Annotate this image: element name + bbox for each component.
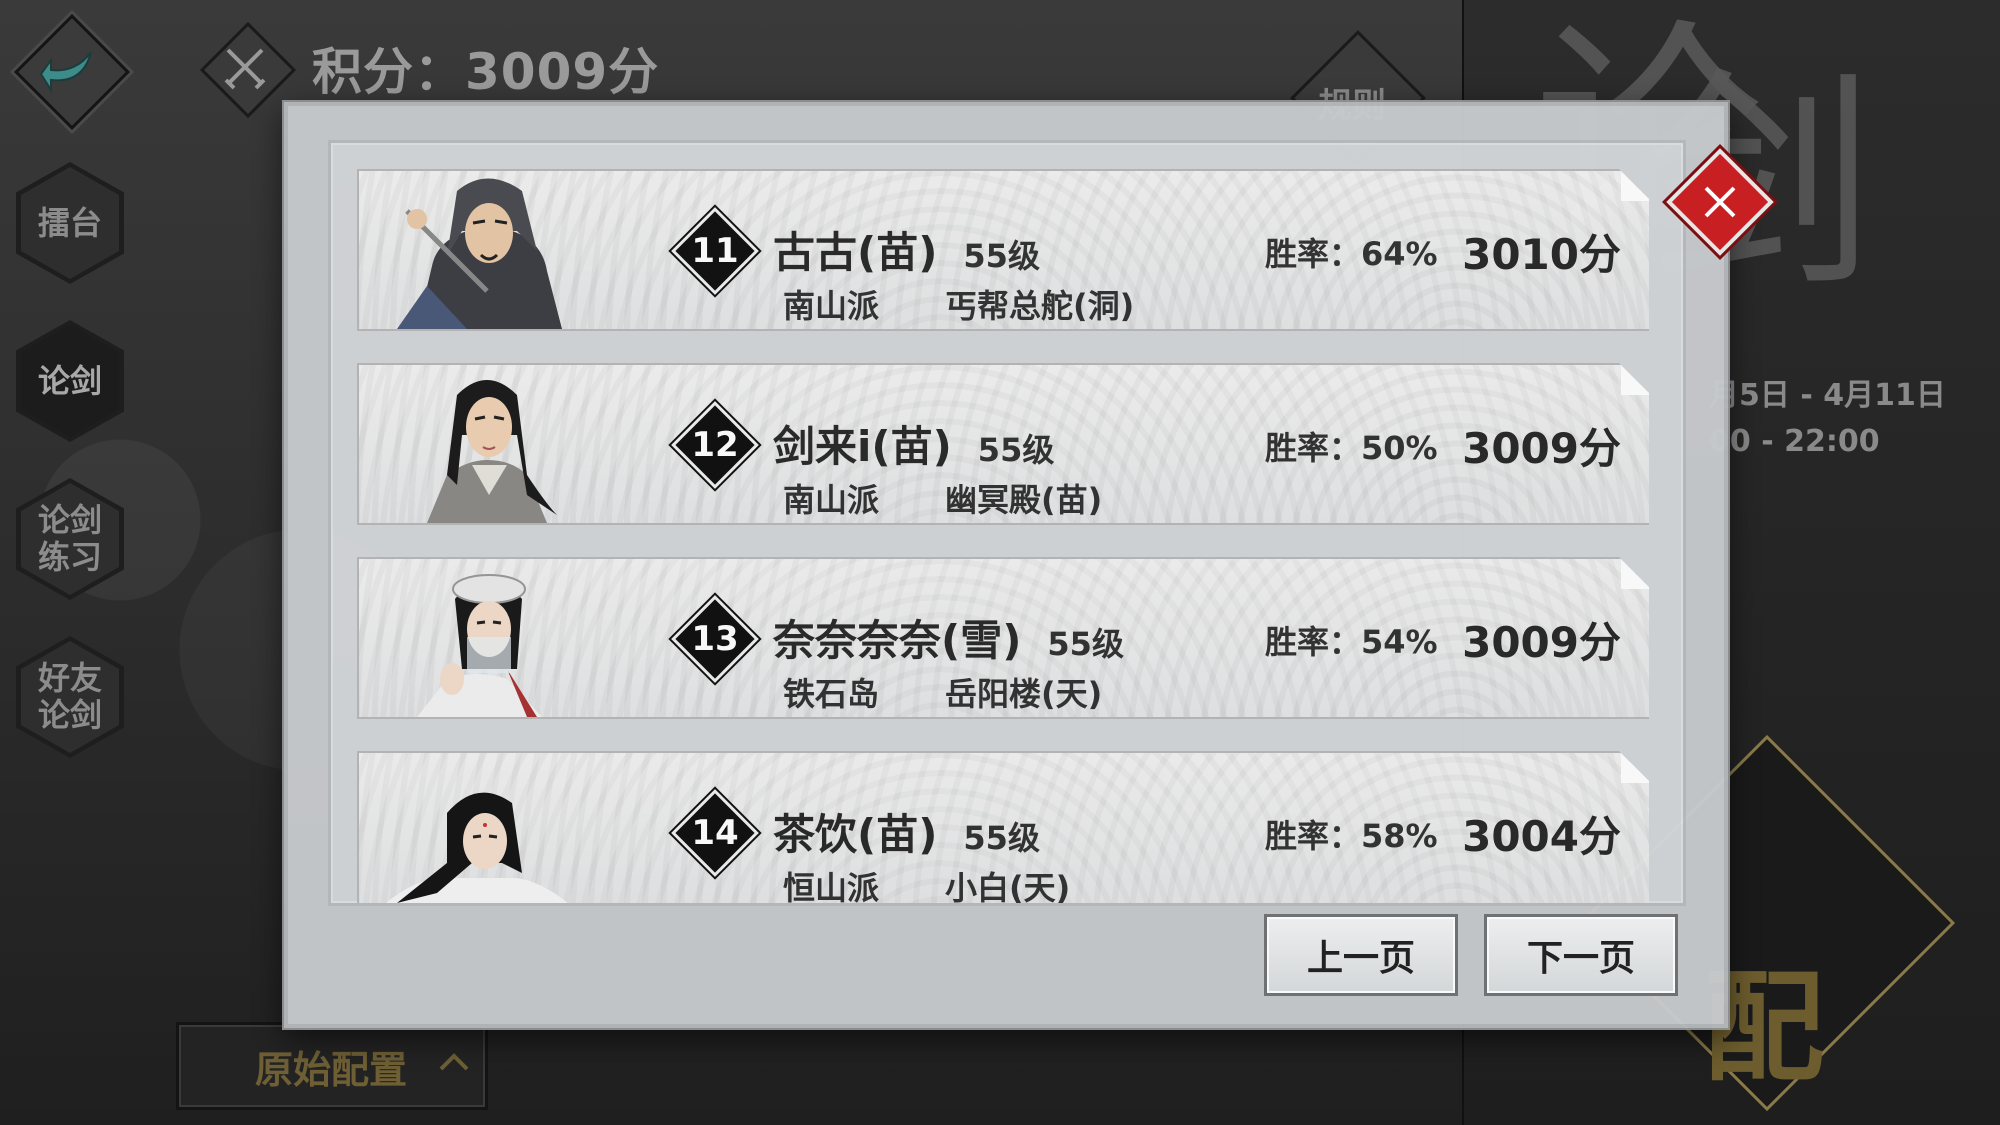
ranking-row[interactable]: 12 剑来i(苗) 55级 南山派 幽冥殿(苗) 胜率：50% 3009分 xyxy=(357,363,1649,525)
ranking-list-frame: 11 古古(苗) 55级 南山派 丐帮总舵(洞) 胜率：64% 3010分 12… xyxy=(328,140,1686,906)
long-hair-man-portrait xyxy=(427,380,557,523)
score-icon xyxy=(199,21,297,119)
player-name: 茶饮(苗) 55级 xyxy=(773,810,1040,859)
rank-badge: 12 xyxy=(675,405,755,485)
chevron-up-icon xyxy=(439,1053,469,1071)
ranking-list[interactable]: 11 古古(苗) 55级 南山派 丐帮总舵(洞) 胜率：64% 3010分 12… xyxy=(331,143,1683,903)
player-level: 55级 xyxy=(1047,625,1124,663)
win-rate: 胜率：54% xyxy=(1265,623,1438,661)
win-rate: 胜率：50% xyxy=(1265,429,1438,467)
player-server: 幽冥殿(苗) xyxy=(945,481,1103,519)
player-school: 铁石岛 xyxy=(783,675,880,713)
young-woman-portrait xyxy=(377,792,577,903)
ranking-row[interactable]: 14 茶饮(苗) 55级 恒山派 小白(天) 胜率：58% 3004分 xyxy=(357,751,1649,903)
ranking-row[interactable]: 11 古古(苗) 55级 南山派 丐帮总舵(洞) 胜率：64% 3010分 xyxy=(357,169,1649,331)
score-display: 积分：3009分 xyxy=(312,43,660,101)
player-points: 3010分 xyxy=(1462,230,1621,279)
veiled-woman-portrait xyxy=(417,574,542,717)
rank-badge: 13 xyxy=(675,599,755,679)
back-button[interactable] xyxy=(14,14,130,130)
prev-page-button[interactable]: 上一页 xyxy=(1264,914,1458,996)
nav-friends[interactable]: 好友 论剑 xyxy=(16,636,124,758)
nav-practice[interactable]: 论剑 练习 xyxy=(16,478,124,600)
crossed-swords-icon xyxy=(224,48,266,90)
nav-arena[interactable]: 擂台 xyxy=(16,162,124,284)
config-dropdown[interactable]: 原始配置 xyxy=(176,1022,488,1110)
event-date: 月5日 - 4月11日 xyxy=(1709,378,1946,413)
rank-badge: 14 xyxy=(675,793,755,873)
player-name: 奈奈奈奈(雪) 55级 xyxy=(773,616,1124,665)
player-points: 3009分 xyxy=(1462,618,1621,667)
player-school: 南山派 xyxy=(783,481,880,519)
player-points: 3009分 xyxy=(1462,424,1621,473)
hooded-swordsman-portrait xyxy=(397,178,562,329)
player-school: 南山派 xyxy=(783,287,880,325)
player-server: 小白(天) xyxy=(945,869,1071,903)
player-server: 丐帮总舵(洞) xyxy=(945,287,1135,325)
config-label: 原始配置 xyxy=(255,1048,408,1092)
event-time: 00 - 22:00 xyxy=(1709,424,1880,459)
player-school: 恒山派 xyxy=(783,869,880,903)
nav-friends-label: 好友 论剑 xyxy=(37,659,102,734)
player-points: 3004分 xyxy=(1462,812,1621,861)
player-server: 岳阳楼(天) xyxy=(945,675,1103,713)
player-level: 55级 xyxy=(963,237,1040,275)
rank-badge: 11 xyxy=(675,211,755,291)
next-page-button[interactable]: 下一页 xyxy=(1484,914,1678,996)
player-level: 55级 xyxy=(977,431,1055,469)
nav-lunjian-label: 论剑 xyxy=(37,361,102,400)
nav-lunjian[interactable]: 论剑 xyxy=(16,320,124,442)
back-arrow-icon xyxy=(39,51,92,94)
close-button[interactable] xyxy=(1668,150,1772,254)
win-rate: 胜率：64% xyxy=(1265,235,1438,273)
player-name: 剑来i(苗) 55级 xyxy=(773,422,1055,471)
ranking-row[interactable]: 13 奈奈奈奈(雪) 55级 铁石岛 岳阳楼(天) 胜率：54% 3009分 xyxy=(357,557,1649,719)
player-level: 55级 xyxy=(963,819,1040,857)
ranking-dialog: 11 古古(苗) 55级 南山派 丐帮总舵(洞) 胜率：64% 3010分 12… xyxy=(284,102,1728,1028)
nav-arena-label: 擂台 xyxy=(37,203,102,242)
win-rate: 胜率：58% xyxy=(1265,817,1438,855)
player-name: 古古(苗) 55级 xyxy=(773,228,1040,277)
nav-practice-label: 论剑 练习 xyxy=(37,501,102,576)
close-icon xyxy=(1704,186,1736,218)
